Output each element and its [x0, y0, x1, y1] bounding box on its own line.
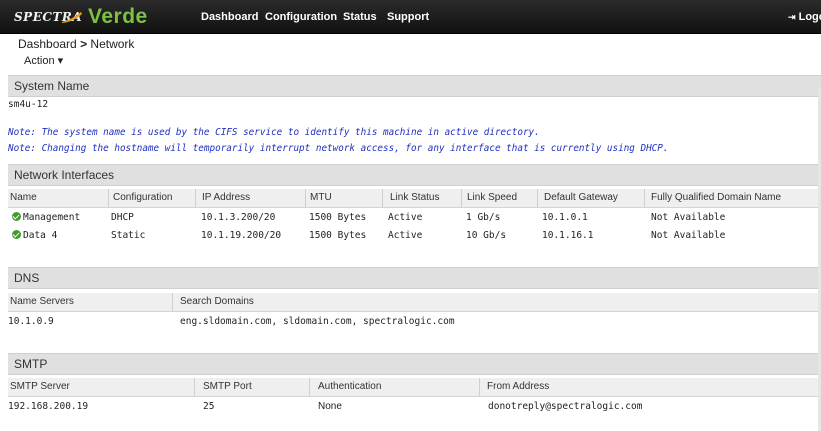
network-interfaces-title: Network Interfaces [14, 168, 115, 182]
action-menu-button[interactable]: Action ▾ [24, 54, 63, 67]
nav-configuration[interactable]: Configuration [265, 11, 337, 23]
logo-swoosh-icon [62, 12, 82, 23]
status-ok-icon [12, 230, 21, 239]
col-header-from-address[interactable]: From Address [487, 381, 549, 392]
smtp-section-header: SMTP [8, 353, 821, 375]
smtp-port-cell: 25 [203, 401, 215, 412]
system-name-section-header: System Name [8, 75, 821, 97]
network-interfaces-header-row: Name Configuration IP Address MTU Link S… [8, 189, 821, 208]
default-gateway-cell: 10.1.0.1 [542, 212, 588, 223]
link-speed-cell: 1 Gb/s [466, 212, 501, 223]
ip-address-cell: 10.1.3.200/20 [201, 212, 276, 223]
top-nav-bar: SPECTRA Verde Dashboard Configuration St… [0, 0, 821, 34]
col-header-fqdn[interactable]: Fully Qualified Domain Name [651, 192, 781, 203]
col-header-name-servers[interactable]: Name Servers [10, 296, 74, 307]
dns-header-row: Name Servers Search Domains [8, 293, 821, 312]
col-header-default-gateway[interactable]: Default Gateway [544, 192, 618, 203]
link-status-cell: Active [388, 230, 423, 241]
interface-name-cell: Data 4 [12, 230, 57, 241]
system-name-note-cifs: Note: The system name is used by the CIF… [8, 127, 540, 138]
smtp-title: SMTP [14, 357, 48, 371]
link-status-cell: Active [388, 212, 423, 223]
breadcrumb-current: Network [90, 37, 135, 51]
col-header-smtp-server[interactable]: SMTP Server [10, 381, 70, 392]
breadcrumb-separator: > [80, 37, 88, 51]
link-speed-cell: 10 Gb/s [466, 230, 507, 241]
logout-label: Logout [798, 11, 821, 23]
fqdn-cell: Not Available [651, 212, 726, 223]
nav-dashboard[interactable]: Dashboard [201, 11, 258, 23]
dns-title: DNS [14, 271, 40, 285]
col-header-smtp-port[interactable]: SMTP Port [203, 381, 252, 392]
dns-section-header: DNS [8, 267, 821, 289]
col-header-search-domains[interactable]: Search Domains [180, 296, 254, 307]
col-header-link-status[interactable]: Link Status [390, 192, 439, 203]
col-header-mtu[interactable]: MTU [310, 192, 332, 203]
col-header-configuration[interactable]: Configuration [113, 192, 172, 203]
search-domains-cell: eng.sldomain.com, sldomain.com, spectral… [180, 316, 455, 327]
configuration-cell: DHCP [111, 212, 134, 223]
from-address-cell: donotreply@spectralogic.com [488, 401, 643, 412]
system-name-value: sm4u-12 [8, 99, 49, 110]
system-name-note-hostname: Note: Changing the hostname will tempora… [8, 143, 669, 154]
col-header-authentication[interactable]: Authentication [318, 381, 381, 392]
network-interfaces-section-header: Network Interfaces [8, 164, 821, 186]
col-header-ip-address[interactable]: IP Address [202, 192, 250, 203]
interface-name-cell: Management [12, 212, 80, 223]
authentication-cell: None [318, 401, 342, 412]
name-servers-cell: 10.1.0.9 [8, 316, 54, 327]
logout-icon: ⇥ [788, 12, 796, 22]
smtp-server-cell: 192.168.200.19 [8, 401, 89, 412]
nav-status[interactable]: Status [343, 11, 377, 23]
default-gateway-cell: 10.1.16.1 [542, 230, 594, 241]
col-header-name[interactable]: Name [10, 192, 37, 203]
nav-support[interactable]: Support [387, 11, 429, 23]
ip-address-cell: 10.1.19.200/20 [201, 230, 282, 241]
logout-link[interactable]: ⇥ Logout [788, 11, 821, 23]
mtu-cell: 1500 Bytes [309, 230, 367, 241]
col-header-link-speed[interactable]: Link Speed [467, 192, 517, 203]
logo-verde: Verde [88, 5, 148, 28]
breadcrumb: Dashboard > Network [18, 37, 134, 51]
smtp-header-row: SMTP Server SMTP Port Authentication Fro… [8, 378, 821, 397]
breadcrumb-dashboard[interactable]: Dashboard [18, 37, 77, 51]
status-ok-icon [12, 212, 21, 221]
system-name-title: System Name [14, 79, 90, 93]
fqdn-cell: Not Available [651, 230, 726, 241]
configuration-cell: Static [111, 230, 146, 241]
mtu-cell: 1500 Bytes [309, 212, 367, 223]
